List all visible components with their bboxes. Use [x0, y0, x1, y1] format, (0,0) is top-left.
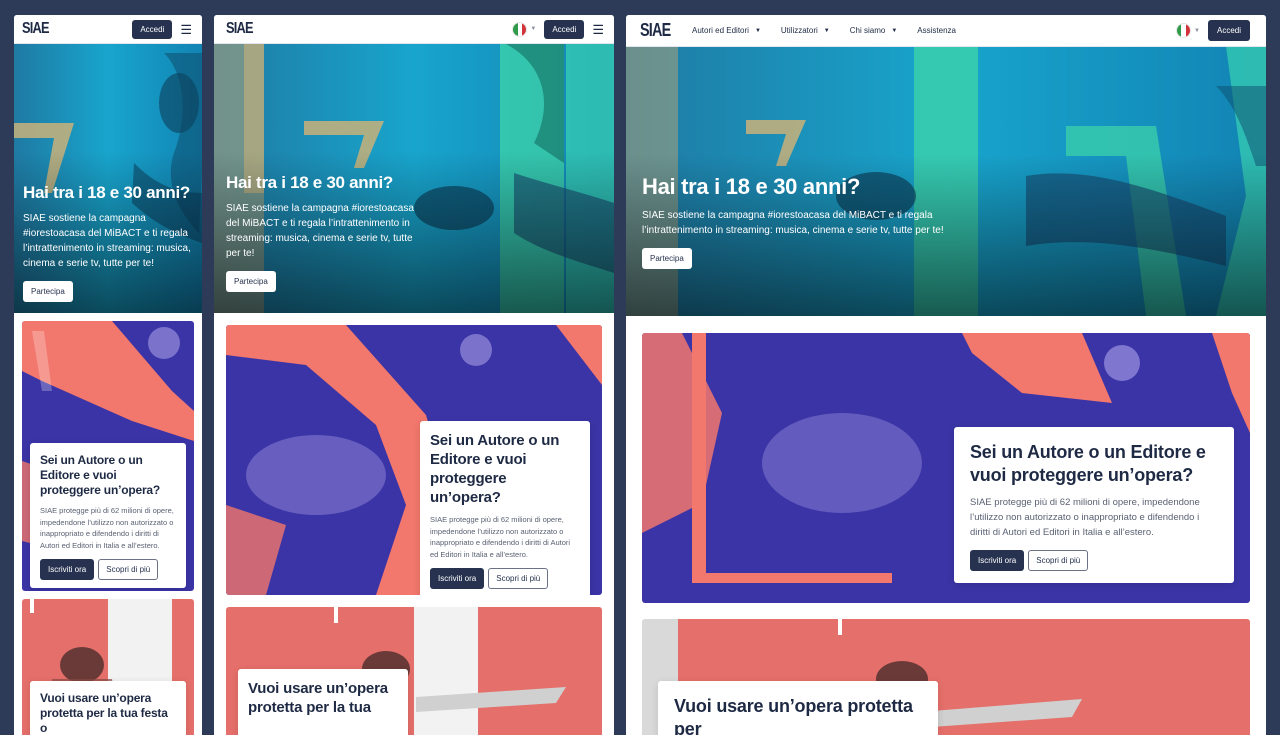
- hero-title: Hai tra i 18 e 30 anni?: [226, 173, 393, 192]
- nav-about-us-label: Chi siamo: [849, 26, 886, 35]
- use-card-textbox: Vuoi usare un’opera protetta per: [658, 681, 938, 735]
- chevron-down-icon: ▼: [891, 27, 898, 34]
- hero-content: Hai tra i 18 e 30 anni? SIAE sostiene la…: [226, 173, 424, 292]
- protect-card-title: Sei un Autore o un Editore e vuoi proteg…: [970, 442, 1206, 485]
- use-card-textbox: Vuoi usare un’opera protetta per la tua …: [30, 681, 186, 735]
- use-card-title: Vuoi usare un’opera protetta per la tua …: [40, 691, 168, 735]
- use-work-card: Vuoi usare un’opera protetta per la tua …: [22, 599, 194, 735]
- language-caret-icon[interactable]: ▼: [1194, 28, 1200, 34]
- hero-description: SIAE sostiene la campagna #iorestoacasa …: [226, 203, 414, 259]
- desktop-preview: SIAE Autori ed Editori ▼ Utilizzatori ▼ Ch…: [626, 15, 1266, 735]
- hero-description: SIAE sostiene la campagna #iorestoacasa …: [23, 213, 191, 269]
- use-work-card: Vuoi usare un’opera protetta per la tua: [226, 607, 602, 735]
- hero-title: Hai tra i 18 e 30 anni?: [642, 174, 861, 199]
- hero-description: SIAE sostiene la campagna #iorestoacasa …: [642, 210, 944, 236]
- nav-authors-publishers[interactable]: Autori ed Editori ▼: [692, 26, 761, 35]
- protect-card-description: SIAE protegge più di 62 milioni di opere…: [40, 506, 174, 550]
- top-navbar: SIAE Autori ed Editori ▼ Utilizzatori ▼ Ch…: [626, 15, 1266, 47]
- chevron-down-icon: ▼: [754, 27, 761, 34]
- hero-banner: Hai tra i 18 e 30 anni? SIAE sostiene la…: [214, 43, 614, 313]
- siae-logo[interactable]: SIAE: [640, 20, 671, 41]
- learn-more-button[interactable]: Scopri di più: [488, 568, 549, 589]
- protect-card-description: SIAE protegge più di 62 milioni di opere…: [970, 497, 1200, 538]
- nav-assistance[interactable]: Assistenza: [917, 26, 956, 35]
- use-work-card: Vuoi usare un’opera protetta per: [642, 619, 1250, 735]
- use-card-title: Vuoi usare un’opera protetta per: [674, 696, 913, 735]
- subscribe-button[interactable]: Iscriviti ora: [40, 559, 95, 580]
- hero-content: Hai tra i 18 e 30 anni? SIAE sostiene la…: [642, 174, 946, 269]
- protect-work-card: Sei un Autore o un Editore e vuoi proteg…: [642, 333, 1250, 603]
- learn-more-button[interactable]: Scopri di più: [1028, 550, 1089, 571]
- siae-logo[interactable]: SIAE: [22, 20, 49, 38]
- participate-button[interactable]: Partecipa: [23, 281, 73, 302]
- top-navbar: SIAE Accedi ☰: [14, 15, 202, 44]
- hero-banner: Hai tra i 18 e 30 anni? SIAE sostiene la…: [626, 46, 1266, 316]
- hero-content: Hai tra i 18 e 30 anni? SIAE sostiene la…: [23, 183, 194, 302]
- protect-card-actions: Iscriviti ora Scopri di più: [40, 559, 176, 580]
- participate-button[interactable]: Partecipa: [642, 248, 692, 269]
- subscribe-button[interactable]: Iscriviti ora: [430, 568, 485, 589]
- mobile-preview-narrow: SIAE Accedi ☰ Hai tra i 18 e 30 anni? SI…: [14, 15, 202, 735]
- siae-logo[interactable]: SIAE: [226, 20, 253, 38]
- protect-work-card: Sei un Autore o un Editore e vuoi proteg…: [226, 325, 602, 595]
- protect-card-actions: Iscriviti ora Scopri di più: [430, 568, 580, 589]
- protect-card-textbox: Sei un Autore o un Editore e vuoi proteg…: [30, 443, 186, 588]
- learn-more-button[interactable]: Scopri di più: [98, 559, 159, 580]
- nav-authors-publishers-label: Autori ed Editori: [692, 26, 749, 35]
- login-button[interactable]: Accedi: [1207, 20, 1250, 41]
- hero-banner: Hai tra i 18 e 30 anni? SIAE sostiene la…: [14, 43, 202, 313]
- protect-card-title: Sei un Autore o un Editore e vuoi proteg…: [430, 432, 560, 506]
- hamburger-menu-icon[interactable]: ☰: [180, 23, 192, 36]
- italy-flag-icon[interactable]: [512, 21, 528, 37]
- protect-work-card: Sei un Autore o un Editore e vuoi proteg…: [22, 321, 194, 591]
- hero-title: Hai tra i 18 e 30 anni?: [23, 183, 190, 202]
- protect-card-textbox: Sei un Autore o un Editore e vuoi proteg…: [954, 427, 1234, 583]
- tablet-preview: SIAE ▼ Accedi ☰ Hai tra i 18 e 30 anni? …: [214, 15, 614, 735]
- protect-card-title: Sei un Autore o un Editore e vuoi proteg…: [40, 453, 161, 497]
- hamburger-menu-icon[interactable]: ☰: [592, 23, 604, 36]
- top-navbar: SIAE ▼ Accedi ☰: [214, 15, 614, 44]
- subscribe-button[interactable]: Iscriviti ora: [970, 550, 1025, 571]
- protect-card-actions: Iscriviti ora Scopri di più: [970, 550, 1218, 571]
- nav-about-us[interactable]: Chi siamo ▼: [850, 26, 898, 35]
- nav-users-label: Utilizzatori: [780, 26, 818, 35]
- italy-flag-icon[interactable]: [1176, 23, 1192, 38]
- use-card-title: Vuoi usare un’opera protetta per la tua: [248, 680, 388, 716]
- use-card-textbox: Vuoi usare un’opera protetta per la tua: [238, 669, 408, 735]
- chevron-down-icon: ▼: [823, 27, 830, 34]
- language-caret-icon[interactable]: ▼: [530, 26, 536, 32]
- login-button[interactable]: Accedi: [544, 19, 585, 39]
- protect-card-description: SIAE protegge più di 62 milioni di opere…: [430, 515, 571, 559]
- login-button[interactable]: Accedi: [132, 19, 173, 39]
- participate-button[interactable]: Partecipa: [226, 271, 276, 292]
- nav-users[interactable]: Utilizzatori ▼: [781, 26, 830, 35]
- protect-card-textbox: Sei un Autore o un Editore e vuoi proteg…: [420, 421, 590, 595]
- nav-assistance-label: Assistenza: [917, 26, 956, 35]
